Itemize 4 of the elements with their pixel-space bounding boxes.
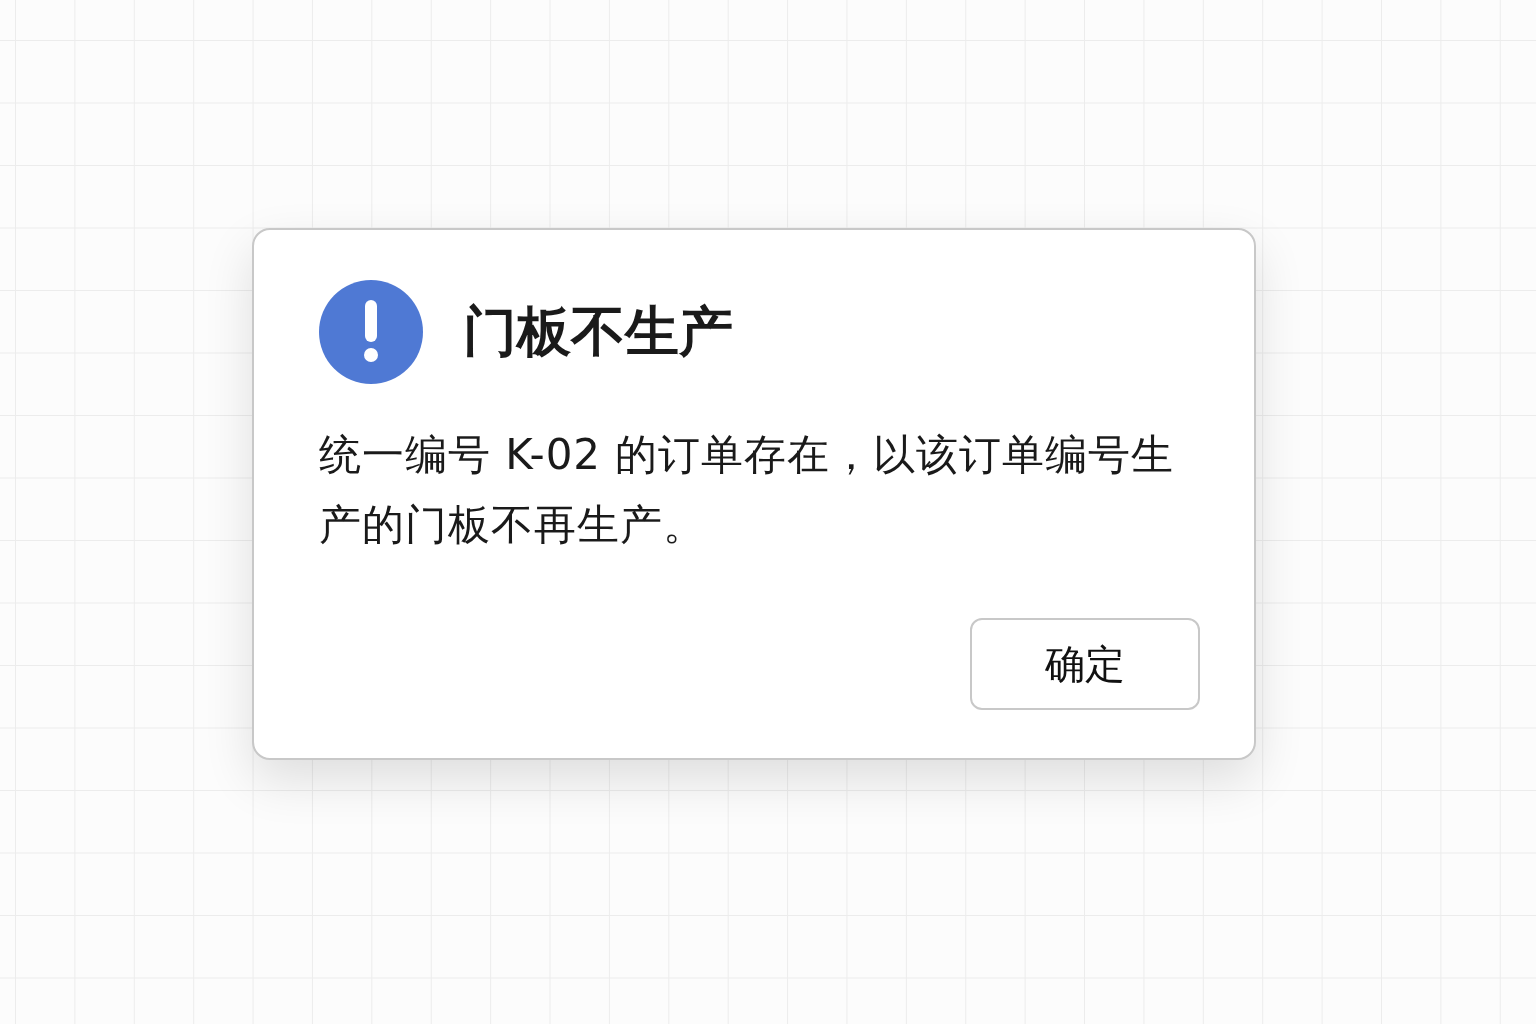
dialog-message: 统一编号 K-02 的订单存在，以该订单编号生产的门板不再生产。 — [319, 429, 1176, 551]
ok-button[interactable]: 确定 — [970, 618, 1200, 710]
dialog-title: 门板不生产 — [463, 298, 733, 365]
warning-icon — [319, 280, 423, 384]
